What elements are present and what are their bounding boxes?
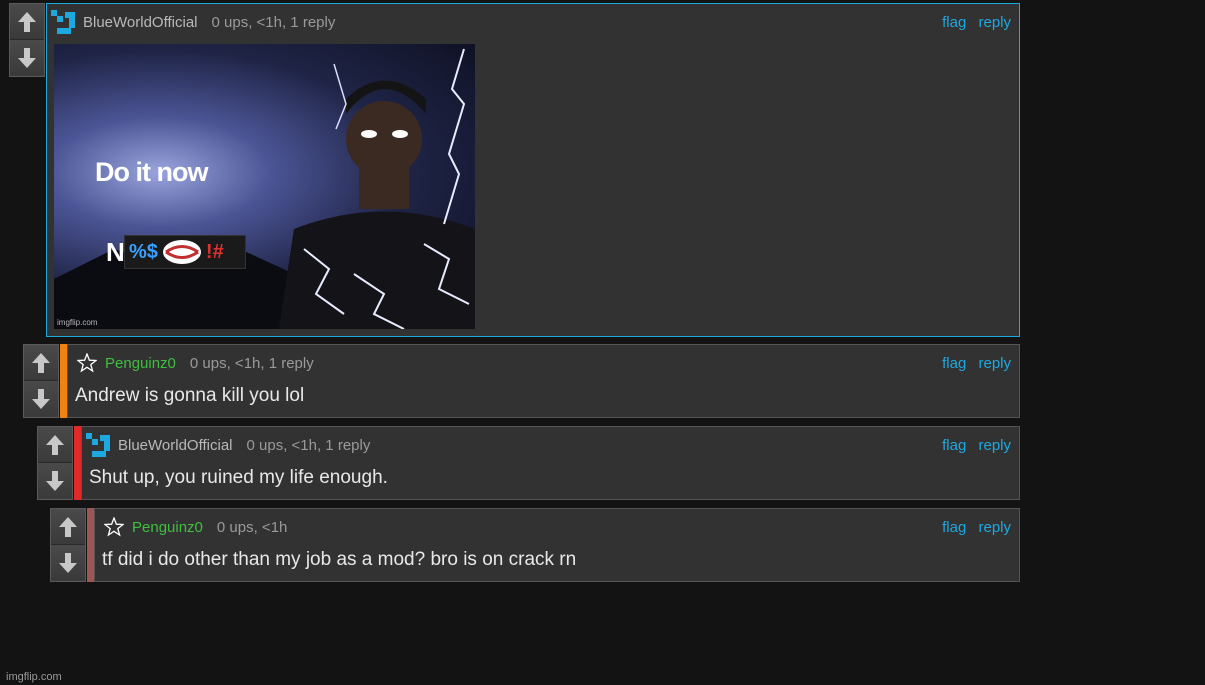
comment-header: BlueWorldOfficial 0 ups, <1h, 1 reply fl… [51,10,1011,34]
meme-caption: Do it now [95,157,208,187]
comment-meta: 0 ups, <1h, 1 reply [189,354,314,372]
arrow-up-icon [59,516,77,537]
comment-box: BlueWorldOfficial 0 ups, <1h, 1 reply fl… [81,426,1020,500]
comment-text: Shut up, you ruined my life enough. [89,467,388,488]
flag-link[interactable]: flag [942,519,966,536]
user-icon [86,433,110,457]
comment-actions: flag reply [936,14,1011,31]
vote-column [50,508,86,582]
user-icon [51,10,75,34]
upvote-button[interactable] [10,4,44,40]
downvote-button[interactable] [51,545,85,580]
arrow-up-icon [46,434,64,455]
censor-symbols-end: !# [205,240,224,263]
comment-text: tf did i do other than my job as a mod? … [102,549,577,570]
mod-star-icon [77,353,97,373]
comment-header: BlueWorldOfficial 0 ups, <1h, 1 reply fl… [86,433,1011,457]
comment-actions: flag reply [936,437,1011,454]
arrow-down-icon [59,552,77,573]
upvote-button[interactable] [24,345,58,381]
arrow-down-icon [18,47,36,68]
comment-header: Penguinz0 0 ups, <1h flag reply [104,517,1011,537]
downvote-button[interactable] [24,381,58,416]
arrow-down-icon [46,470,64,491]
username-link[interactable]: BlueWorldOfficial [118,437,233,454]
thread-accent-bar [60,344,67,418]
comment-meta: 0 ups, <1h, 1 reply [246,436,371,454]
username-link[interactable]: Penguinz0 [105,355,176,372]
comment-box: BlueWorldOfficial 0 ups, <1h, 1 reply fl… [46,3,1020,337]
flag-link[interactable]: flag [942,437,966,454]
flag-link[interactable]: flag [942,14,966,31]
flag-link[interactable]: flag [942,355,966,372]
vote-column [37,426,73,500]
reply-link[interactable]: reply [978,14,1011,31]
mod-star-icon [104,517,124,537]
comment-box: Penguinz0 0 ups, <1h, 1 reply flag reply… [67,344,1020,418]
upvote-button[interactable] [38,427,72,463]
comment-header: Penguinz0 0 ups, <1h, 1 reply flag reply [77,353,1011,373]
meme-image[interactable]: Do it now N %$ !# imgflip.com [54,44,475,329]
reply-link[interactable]: reply [978,519,1011,536]
reply-link[interactable]: reply [978,437,1011,454]
comment-actions: flag reply [936,519,1011,536]
arrow-down-icon [32,388,50,409]
censor-box: %$ !# [124,235,246,269]
vote-column [23,344,59,418]
vote-column [9,3,45,77]
downvote-button[interactable] [38,463,72,498]
imgflip-watermark: imgflip.com [6,671,62,683]
thread-accent-bar [74,426,81,500]
reply-link[interactable]: reply [978,355,1011,372]
upvote-button[interactable] [51,509,85,545]
username-link[interactable]: BlueWorldOfficial [83,14,198,31]
downvote-button[interactable] [10,40,44,75]
censor-symbols: %$ [129,240,158,263]
image-watermark: imgflip.com [57,318,98,327]
comment-meta: 0 ups, <1h [216,518,288,536]
thread-accent-bar [87,508,94,582]
comment-box: Penguinz0 0 ups, <1h flag reply tf did i… [94,508,1020,582]
comment-text: Andrew is gonna kill you lol [75,385,305,406]
meme-letter: N [106,237,125,267]
arrow-up-icon [32,352,50,373]
comment-meta: 0 ups, <1h, 1 reply [211,13,336,31]
arrow-up-icon [18,11,36,32]
comment-actions: flag reply [936,355,1011,372]
chattering-teeth-icon [160,237,204,267]
username-link[interactable]: Penguinz0 [132,519,203,536]
